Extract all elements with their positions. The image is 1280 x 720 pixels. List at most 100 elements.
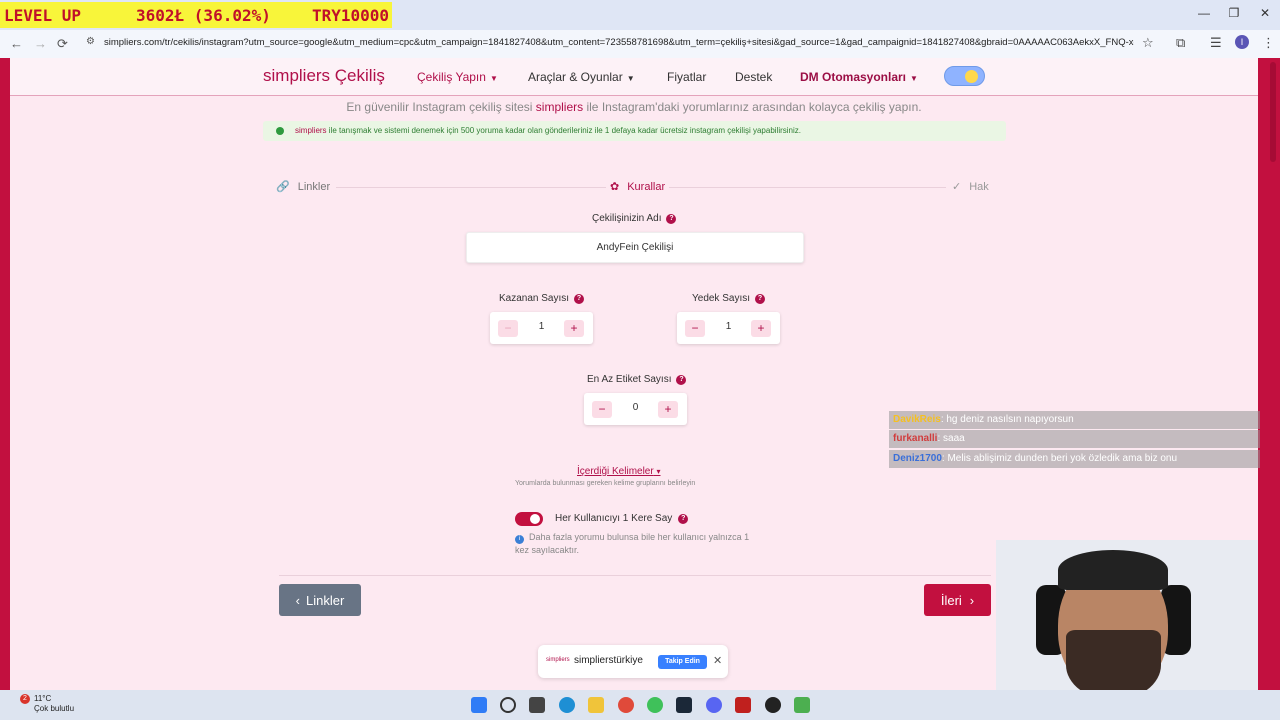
search-icon[interactable] bbox=[500, 697, 516, 713]
scrollbar-thumb[interactable] bbox=[1270, 62, 1276, 162]
steam-icon[interactable] bbox=[676, 697, 692, 713]
winners-label-text: Kazanan Sayısı bbox=[499, 293, 570, 304]
obs-icon[interactable] bbox=[765, 697, 781, 713]
extensions-icon[interactable]: ⧉ bbox=[1176, 35, 1185, 51]
close-window-button[interactable]: ✕ bbox=[1254, 6, 1276, 20]
nav-fiyatlar[interactable]: Fiyatlar bbox=[667, 70, 706, 84]
next-button-label: İleri bbox=[940, 592, 962, 608]
chevron-left-icon: ‹ bbox=[295, 592, 301, 608]
site-logo[interactable]: simpliers Çekiliş bbox=[263, 66, 385, 86]
nav-dm-otomasyonlari[interactable]: DM Otomasyonları ▼ bbox=[800, 70, 918, 84]
chat-user: DavikReis bbox=[893, 414, 941, 425]
follow-prompt: simpliers simplierstürkiye Takip Edin ✕ bbox=[538, 645, 728, 678]
level-up-title: LEVEL UP bbox=[4, 5, 82, 25]
browser-tab-bar: LEVEL UP 3602Ł (36.02%) TRY10000 — ❐ ✕ bbox=[0, 0, 1280, 30]
browser-address-bar: ← → ⟳ ⚙ simpliers.com/tr/cekilis/instagr… bbox=[0, 30, 1280, 58]
nav-araclar-oyunlar[interactable]: Araçlar & Oyunlar ▼ bbox=[528, 70, 635, 84]
level-up-points: 3602Ł (36.02%) bbox=[136, 5, 271, 25]
count-once-note: i Daha fazla yorumu bulunsa bile her kull… bbox=[515, 531, 755, 557]
step-hak[interactable]: ✓ Hak bbox=[948, 180, 993, 193]
start-icon[interactable] bbox=[471, 697, 487, 713]
raffle-name-label-text: Çekilişinizin Adı bbox=[592, 213, 662, 224]
help-icon[interactable]: ? bbox=[676, 374, 687, 385]
help-icon[interactable]: ? bbox=[678, 513, 689, 524]
game-icon[interactable] bbox=[794, 697, 810, 713]
check-icon: ✓ bbox=[952, 181, 962, 193]
nav-araclar-label: Araçlar & Oyunlar bbox=[528, 70, 623, 84]
theme-toggle[interactable] bbox=[944, 66, 985, 86]
info-icon: i bbox=[515, 535, 524, 544]
page-subtitle: En güvenilir Instagram çekiliş sitesi si… bbox=[0, 100, 1268, 114]
count-once-note-text: Daha fazla yorumu bulunsa bile her kulla… bbox=[515, 532, 750, 555]
page-frame-right bbox=[1258, 58, 1280, 690]
streamer-hair bbox=[1058, 550, 1168, 590]
reload-icon[interactable]: ⟳ bbox=[57, 36, 68, 52]
menu-kebab-icon[interactable]: ⋮ bbox=[1262, 35, 1275, 51]
min-tag-stepper: − 0 + bbox=[584, 393, 687, 425]
raffle-name-input[interactable]: AndyFein Çekilişi bbox=[466, 232, 804, 263]
bookmark-star-icon[interactable]: ☆ bbox=[1142, 35, 1154, 51]
back-to-links-button[interactable]: ‹ Linkler bbox=[279, 584, 361, 616]
help-icon[interactable]: ? bbox=[574, 293, 585, 304]
back-button-label: Linkler bbox=[306, 592, 345, 608]
keywords-hint: Yorumlarda bulunması gereken kelime grup… bbox=[515, 480, 696, 487]
stream-chat-message: furkanalli: saaa bbox=[889, 430, 1260, 448]
nav-cekilis-yapin-label: Çekiliş Yapın bbox=[417, 70, 486, 84]
raffle-name-label: Çekilişinizin Adı? bbox=[592, 213, 677, 224]
chevron-right-icon: › bbox=[969, 592, 975, 608]
nav-cekilis-yapin[interactable]: Çekiliş Yapın ▼ bbox=[417, 70, 498, 84]
minimize-button[interactable]: — bbox=[1193, 6, 1215, 20]
free-trial-info-banner: simpliers ile tanışmak ve sistemi deneme… bbox=[263, 121, 1006, 141]
step-linkler[interactable]: 🔗 Linkler bbox=[272, 180, 335, 193]
weather-widget[interactable]: 2 11°C Çok bulutlu bbox=[12, 694, 74, 714]
follow-button[interactable]: Takip Edin bbox=[658, 655, 707, 669]
site-navbar: simpliers Çekiliş Çekiliş Yapın ▼ Araçlar… bbox=[10, 58, 1258, 96]
nav-destek[interactable]: Destek bbox=[735, 70, 772, 84]
maximize-button[interactable]: ❐ bbox=[1223, 6, 1245, 20]
chat-text: : Melis ablişimiz dunden beri yok özledi… bbox=[941, 453, 1178, 464]
task-view-icon[interactable] bbox=[529, 697, 545, 713]
chevron-down-icon: ▼ bbox=[910, 74, 918, 83]
step-kurallar[interactable]: ✿ Kurallar bbox=[606, 180, 670, 193]
link-icon: 🔗 bbox=[276, 181, 290, 193]
keywords-label: İçerdiği Kelimeler bbox=[577, 466, 654, 477]
chevron-down-icon: ▼ bbox=[489, 74, 498, 83]
profile-avatar[interactable]: I bbox=[1235, 35, 1249, 49]
count-once-label: Her Kullanıcıyı 1 Kere Say? bbox=[555, 513, 689, 524]
backup-increment-button[interactable]: + bbox=[751, 320, 771, 337]
edge-icon[interactable] bbox=[559, 697, 575, 713]
windows-taskbar: 2 11°C Çok bulutlu bbox=[0, 690, 1280, 720]
app-icon[interactable] bbox=[735, 697, 751, 713]
discord-icon[interactable] bbox=[706, 697, 722, 713]
follow-account-name[interactable]: simplierstürkiye bbox=[574, 655, 643, 666]
file-explorer-icon[interactable] bbox=[588, 697, 604, 713]
step-kurallar-label: Kurallar bbox=[627, 180, 666, 193]
next-button[interactable]: İleri › bbox=[924, 584, 991, 616]
help-icon[interactable]: ? bbox=[755, 293, 766, 304]
whatsapp-icon[interactable] bbox=[647, 697, 663, 713]
weather-temp: 11°C bbox=[34, 694, 52, 703]
help-icon[interactable]: ? bbox=[666, 213, 677, 224]
reading-list-icon[interactable]: ☰ bbox=[1210, 35, 1222, 51]
close-icon[interactable]: ✕ bbox=[713, 654, 722, 667]
chrome-icon[interactable] bbox=[618, 697, 634, 713]
count-once-label-text: Her Kullanıcıyı 1 Kere Say bbox=[555, 513, 673, 524]
chevron-down-icon: ▼ bbox=[626, 74, 635, 83]
page-frame-left bbox=[0, 58, 10, 690]
min-tag-increment-button[interactable]: + bbox=[658, 401, 678, 418]
chevron-down-icon: ▾ bbox=[656, 467, 661, 476]
subtitle-post: ile Instagram'daki yorumlarınız arasında… bbox=[583, 100, 922, 114]
count-once-switch[interactable] bbox=[515, 512, 543, 526]
min-tag-label: En Az Etiket Sayısı? bbox=[587, 374, 687, 385]
site-info-icon[interactable]: ⚙ bbox=[86, 36, 95, 47]
min-tag-label-text: En Az Etiket Sayısı bbox=[587, 374, 672, 385]
chat-text: : hg deniz nasılsın napıyorsun bbox=[940, 414, 1074, 425]
url-field[interactable]: simpliers.com/tr/cekilis/instagram?utm_s… bbox=[104, 37, 1134, 48]
forward-icon[interactable]: → bbox=[34, 36, 47, 51]
winners-increment-button[interactable]: + bbox=[564, 320, 584, 337]
step-linkler-label: Linkler bbox=[297, 180, 331, 193]
keywords-toggle[interactable]: İçerdiği Kelimeler ▾ bbox=[577, 466, 661, 477]
stream-chat-message: Deniz1700: Melis ablişimiz dunden beri y… bbox=[889, 450, 1260, 468]
switch-knob bbox=[530, 514, 540, 524]
back-icon[interactable]: ← bbox=[10, 36, 23, 51]
